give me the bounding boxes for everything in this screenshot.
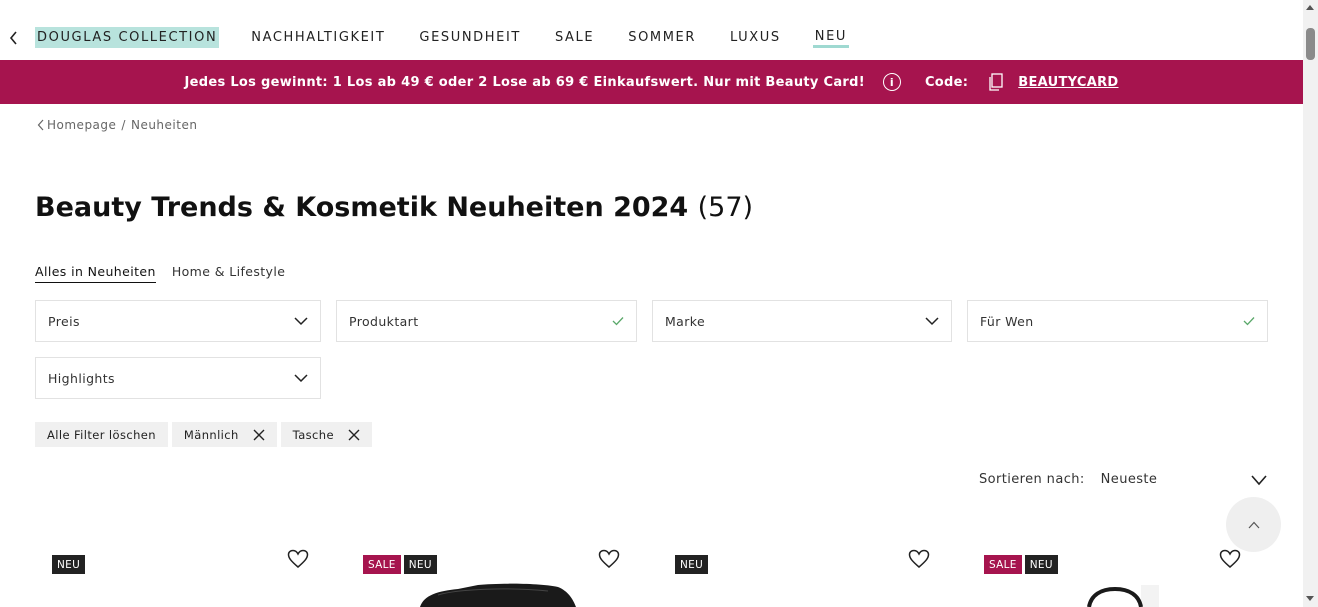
breadcrumb-home-link[interactable]: Homepage: [47, 118, 116, 132]
clear-all-filters-button[interactable]: Alle Filter löschen: [35, 422, 168, 447]
neu-badge: NEU: [403, 555, 437, 574]
chevron-left-icon: [37, 119, 44, 131]
chip-label: Tasche: [292, 427, 334, 442]
filter-chip-maennlich[interactable]: Männlich: [171, 422, 277, 447]
top-navigation: DOUGLAS COLLECTION NACHHALTIGKEIT GESUND…: [0, 0, 1303, 60]
sort-select[interactable]: Neueste: [1101, 472, 1251, 487]
promo-text: Jedes Los gewinnt: 1 Los ab 49 € oder 2 …: [184, 74, 865, 90]
chevron-left-icon[interactable]: [6, 28, 22, 48]
sale-badge: SALE: [984, 555, 1022, 574]
category-tabs: Alles in Neuheiten Home & Lifestyle: [35, 264, 301, 283]
promo-code-label: Code:: [924, 74, 969, 90]
nav-item-neu[interactable]: NEU: [812, 26, 850, 48]
product-image: [1087, 585, 1159, 607]
nav-item-sommer[interactable]: SOMMER: [626, 27, 698, 48]
promo-banner: Jedes Los gewinnt: 1 Los ab 49 € oder 2 …: [0, 60, 1303, 104]
chip-label: Männlich: [183, 427, 239, 442]
page-title-text: Beauty Trends & Kosmetik Neuheiten 2024: [35, 192, 689, 223]
filter-preis[interactable]: Preis: [35, 300, 321, 342]
badge-group: NEU: [52, 555, 88, 574]
chevron-down-icon: [294, 374, 308, 383]
back-to-top-button[interactable]: [1226, 497, 1281, 552]
sale-badge: SALE: [363, 555, 401, 574]
heart-icon[interactable]: [598, 549, 620, 569]
filter-label: Produktart: [349, 313, 419, 329]
scrollbar-thumb[interactable]: [1306, 28, 1315, 60]
promo-code[interactable]: BEAUTYCARD: [1018, 75, 1118, 90]
chevron-down-icon: [294, 317, 308, 326]
product-card[interactable]: NEU: [675, 545, 975, 607]
neu-badge: NEU: [52, 555, 86, 574]
nav-item-luxus[interactable]: LUXUS: [728, 27, 783, 48]
copy-icon[interactable]: [988, 73, 1004, 91]
chevron-down-icon: [925, 317, 939, 326]
tab-home-lifestyle[interactable]: Home & Lifestyle: [172, 264, 286, 283]
heart-icon[interactable]: [287, 549, 309, 569]
product-card[interactable]: SALE NEU: [363, 545, 663, 607]
product-image: [420, 583, 576, 607]
neu-badge: NEU: [675, 555, 709, 574]
product-card[interactable]: NEU: [52, 545, 352, 607]
result-count: (57): [697, 192, 754, 223]
badge-group: NEU: [675, 555, 711, 574]
chip-label: Alle Filter löschen: [47, 427, 156, 442]
sort-control: Sortieren nach: Neueste: [979, 472, 1267, 487]
page-title: Beauty Trends & Kosmetik Neuheiten 2024 …: [35, 192, 753, 223]
sort-label: Sortieren nach:: [979, 472, 1085, 487]
nav-item-douglas-collection[interactable]: DOUGLAS COLLECTION: [35, 26, 220, 48]
filter-label: Marke: [665, 313, 706, 329]
heart-icon[interactable]: [1219, 549, 1241, 569]
filter-highlights[interactable]: Highlights: [35, 357, 321, 399]
filter-label: Für Wen: [980, 313, 1034, 329]
active-filters: Alle Filter löschen Männlich Tasche: [35, 422, 376, 447]
scroll-down-arrow-icon[interactable]: [1306, 596, 1314, 601]
heart-icon[interactable]: [908, 549, 930, 569]
nav-item-sale[interactable]: SALE: [553, 27, 596, 48]
nav-item-gesundheit[interactable]: GESUNDHEIT: [417, 27, 523, 48]
breadcrumb-current: Neuheiten: [130, 118, 198, 132]
breadcrumb: Homepage / Neuheiten: [37, 118, 197, 132]
nav-item-nachhaltigkeit[interactable]: NACHHALTIGKEIT: [249, 27, 387, 48]
close-icon[interactable]: [253, 429, 265, 441]
tab-alles-in-neuheiten[interactable]: Alles in Neuheiten: [35, 264, 156, 283]
info-icon[interactable]: i: [882, 73, 901, 91]
badge-group: SALE NEU: [363, 555, 440, 574]
scroll-up-arrow-icon[interactable]: [1306, 5, 1314, 10]
category-nav: DOUGLAS COLLECTION NACHHALTIGKEIT GESUND…: [35, 26, 879, 48]
filter-produktart[interactable]: Produktart: [336, 300, 637, 342]
badge-group: SALE NEU: [984, 555, 1061, 574]
chevron-up-icon: [1248, 521, 1259, 528]
filter-label: Highlights: [48, 370, 115, 386]
checkmark-icon: [612, 317, 624, 326]
checkmark-icon: [1243, 317, 1255, 326]
neu-badge: NEU: [1024, 555, 1058, 574]
filter-fuer-wen[interactable]: Für Wen: [967, 300, 1268, 342]
filter-label: Preis: [48, 313, 80, 329]
product-card[interactable]: SALE NEU: [984, 545, 1284, 607]
chevron-down-icon[interactable]: [1251, 474, 1267, 486]
breadcrumb-separator: /: [121, 118, 126, 132]
close-icon[interactable]: [348, 429, 360, 441]
filter-chip-tasche[interactable]: Tasche: [280, 422, 372, 447]
filter-marke[interactable]: Marke: [652, 300, 952, 342]
vertical-scrollbar[interactable]: [1303, 0, 1318, 607]
